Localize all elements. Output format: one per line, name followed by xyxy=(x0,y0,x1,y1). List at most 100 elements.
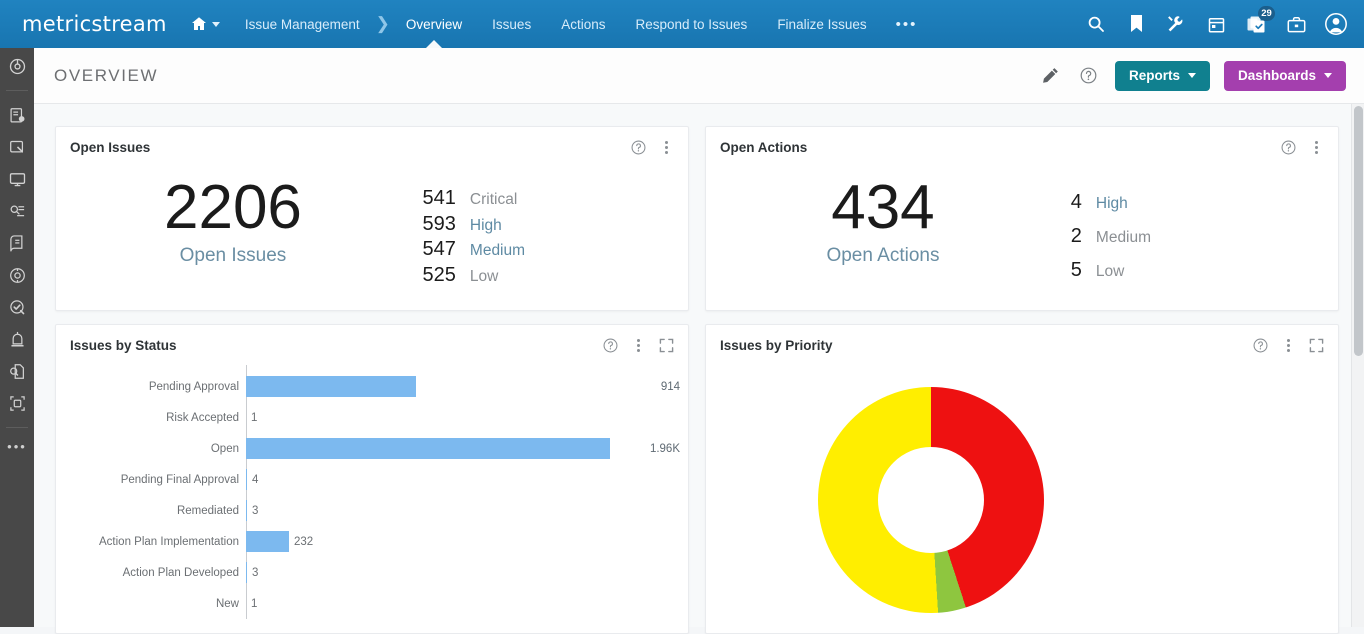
issues-by-status-chart[interactable]: Pending Approval 914 Risk Accepted 1 Open 1.9… xyxy=(56,365,688,619)
card-issues-by-status-title: Issues by Status xyxy=(70,337,177,353)
action-breakdown-row-high: 4 High xyxy=(1060,191,1151,225)
card-issues-by-priority-header: Issues by Priority xyxy=(706,325,1338,365)
tab-issues[interactable]: Issues xyxy=(477,0,546,48)
dashboard-canvas: Open Issues 2206 Open Issues 541 Critica… xyxy=(34,104,1364,634)
open-actions-total-label[interactable]: Open Actions xyxy=(706,245,1060,267)
bar-track: 3 xyxy=(246,557,688,588)
breakdown-value-medium: 547 xyxy=(422,238,456,260)
bar[interactable] xyxy=(246,438,610,459)
vertical-scrollbar[interactable] xyxy=(1351,104,1364,627)
more-tabs-button[interactable]: ••• xyxy=(882,16,932,33)
sidebar-more-button[interactable]: ••• xyxy=(7,440,27,453)
open-issues-total-label[interactable]: Open Issues xyxy=(56,245,410,267)
help-circle-icon[interactable] xyxy=(602,337,618,353)
sidebar-item-dashboard[interactable] xyxy=(7,56,27,76)
breakdown-label-critical: Critical xyxy=(469,191,518,208)
page-header-actions: Reports Dashboards xyxy=(1039,60,1364,91)
sidebar-item-search-docs[interactable] xyxy=(7,361,27,381)
bar-track: 914 xyxy=(246,371,688,402)
action-breakdown-label-low: Low xyxy=(1095,263,1125,280)
action-breakdown-row-low: 5 Low xyxy=(1060,259,1151,293)
breakdown-row-medium: 547 Medium xyxy=(410,238,526,264)
breakdown-value-low: 525 xyxy=(422,263,456,286)
breakdown-row-low: 525 Low xyxy=(410,264,525,290)
page-title: OVERVIEW xyxy=(54,65,159,85)
card-issues-by-status-header: Issues by Status xyxy=(56,325,688,365)
donut-center-hole xyxy=(878,447,984,553)
sidebar-item-monitor[interactable] xyxy=(7,169,27,189)
sidebar-item-integrations[interactable] xyxy=(7,393,27,413)
sidebar-item-reports[interactable] xyxy=(7,105,27,125)
pencil-icon[interactable] xyxy=(1039,64,1063,88)
briefcase-icon[interactable] xyxy=(1284,12,1308,36)
sidebar-divider-bottom xyxy=(6,427,28,428)
nav-items: Issue Management ❯ Overview Issues Actio… xyxy=(230,0,932,48)
bar-chart-row[interactable]: Remediated 3 xyxy=(56,495,688,526)
card-open-issues-tools xyxy=(630,139,674,155)
bar-category-label: New xyxy=(215,597,239,610)
bar-track: 1 xyxy=(246,402,688,433)
help-circle-icon[interactable] xyxy=(1077,64,1101,88)
bar-value-label: 914 xyxy=(660,380,680,393)
help-circle-icon[interactable] xyxy=(1252,337,1268,353)
help-circle-icon[interactable] xyxy=(630,139,646,155)
bar-chart-row[interactable]: Pending Approval 914 xyxy=(56,371,688,402)
breadcrumb-issue-management[interactable]: Issue Management xyxy=(230,0,375,48)
card-issues-by-priority-tools xyxy=(1252,337,1324,353)
action-breakdown-row-medium: 2 Medium xyxy=(1060,225,1151,259)
breadcrumb-separator-icon: ❯ xyxy=(375,14,390,33)
card-open-actions-header: Open Actions xyxy=(706,127,1338,167)
bar-category-label: Remediated xyxy=(176,504,239,517)
bookmark-icon[interactable] xyxy=(1124,12,1148,36)
sidebar-item-settings[interactable] xyxy=(7,265,27,285)
issues-by-priority-chart[interactable] xyxy=(706,365,1338,631)
expand-icon[interactable] xyxy=(658,337,674,353)
tools-icon[interactable] xyxy=(1164,12,1188,36)
bar[interactable] xyxy=(246,376,416,397)
bar-value-label: 1 xyxy=(251,597,258,610)
help-circle-icon[interactable] xyxy=(1280,139,1296,155)
card-menu-icon[interactable] xyxy=(630,337,646,353)
tab-actions[interactable]: Actions xyxy=(546,0,620,48)
sidebar-item-analytics[interactable] xyxy=(7,201,27,221)
sidebar-item-forms[interactable] xyxy=(7,137,27,157)
dashboards-button[interactable]: Dashboards xyxy=(1223,60,1346,91)
card-menu-icon[interactable] xyxy=(658,139,674,155)
action-breakdown-value-medium: 2 xyxy=(1070,225,1082,247)
bar-track: 4 xyxy=(246,464,688,495)
tasks-icon[interactable]: 29 xyxy=(1244,6,1275,36)
chevron-down-icon xyxy=(1187,73,1196,78)
open-issues-total-value: 2206 xyxy=(163,173,302,242)
bar-chart-row[interactable]: New 1 xyxy=(56,588,688,619)
bar-track: 232 xyxy=(246,526,688,557)
open-issues-total-block: 2206 Open Issues xyxy=(56,173,410,267)
card-issues-by-priority-title: Issues by Priority xyxy=(720,337,833,353)
bar[interactable] xyxy=(246,531,289,552)
sidebar-item-compliance[interactable] xyxy=(7,297,27,317)
bar-chart-row[interactable]: Action Plan Implementation 232 xyxy=(56,526,688,557)
tab-respond-to-issues[interactable]: Respond to Issues xyxy=(620,0,762,48)
tab-finalize-issues[interactable]: Finalize Issues xyxy=(762,0,881,48)
card-menu-icon[interactable] xyxy=(1308,139,1324,155)
expand-icon[interactable] xyxy=(1308,337,1324,353)
bar-chart-row[interactable]: Action Plan Developed 3 xyxy=(56,557,688,588)
bar-value-label: 3 xyxy=(252,566,259,579)
search-icon[interactable] xyxy=(1084,12,1108,36)
calendar-icon[interactable] xyxy=(1204,12,1228,36)
card-open-issues: Open Issues 2206 Open Issues 541 Critica… xyxy=(55,126,689,311)
chevron-down-icon xyxy=(211,21,220,27)
tab-overview[interactable]: Overview xyxy=(391,0,477,48)
card-issues-by-status-tools xyxy=(602,337,674,353)
bar-chart-row[interactable]: Risk Accepted 1 xyxy=(56,402,688,433)
bar-category-label: Pending Final Approval xyxy=(120,473,239,486)
scrollbar-thumb[interactable] xyxy=(1354,106,1363,356)
sidebar-item-library[interactable] xyxy=(7,233,27,253)
bar-chart-row[interactable]: Pending Final Approval 4 xyxy=(56,464,688,495)
sidebar-item-alerts[interactable] xyxy=(7,329,27,349)
home-menu-button[interactable] xyxy=(181,0,230,48)
reports-button[interactable]: Reports xyxy=(1114,60,1210,91)
user-avatar-icon[interactable] xyxy=(1324,12,1348,36)
bar-chart-row[interactable]: Open 1.96K xyxy=(56,433,688,464)
card-open-actions: Open Actions 434 Open Actions 4 High 2 M… xyxy=(705,126,1339,311)
card-menu-icon[interactable] xyxy=(1280,337,1296,353)
